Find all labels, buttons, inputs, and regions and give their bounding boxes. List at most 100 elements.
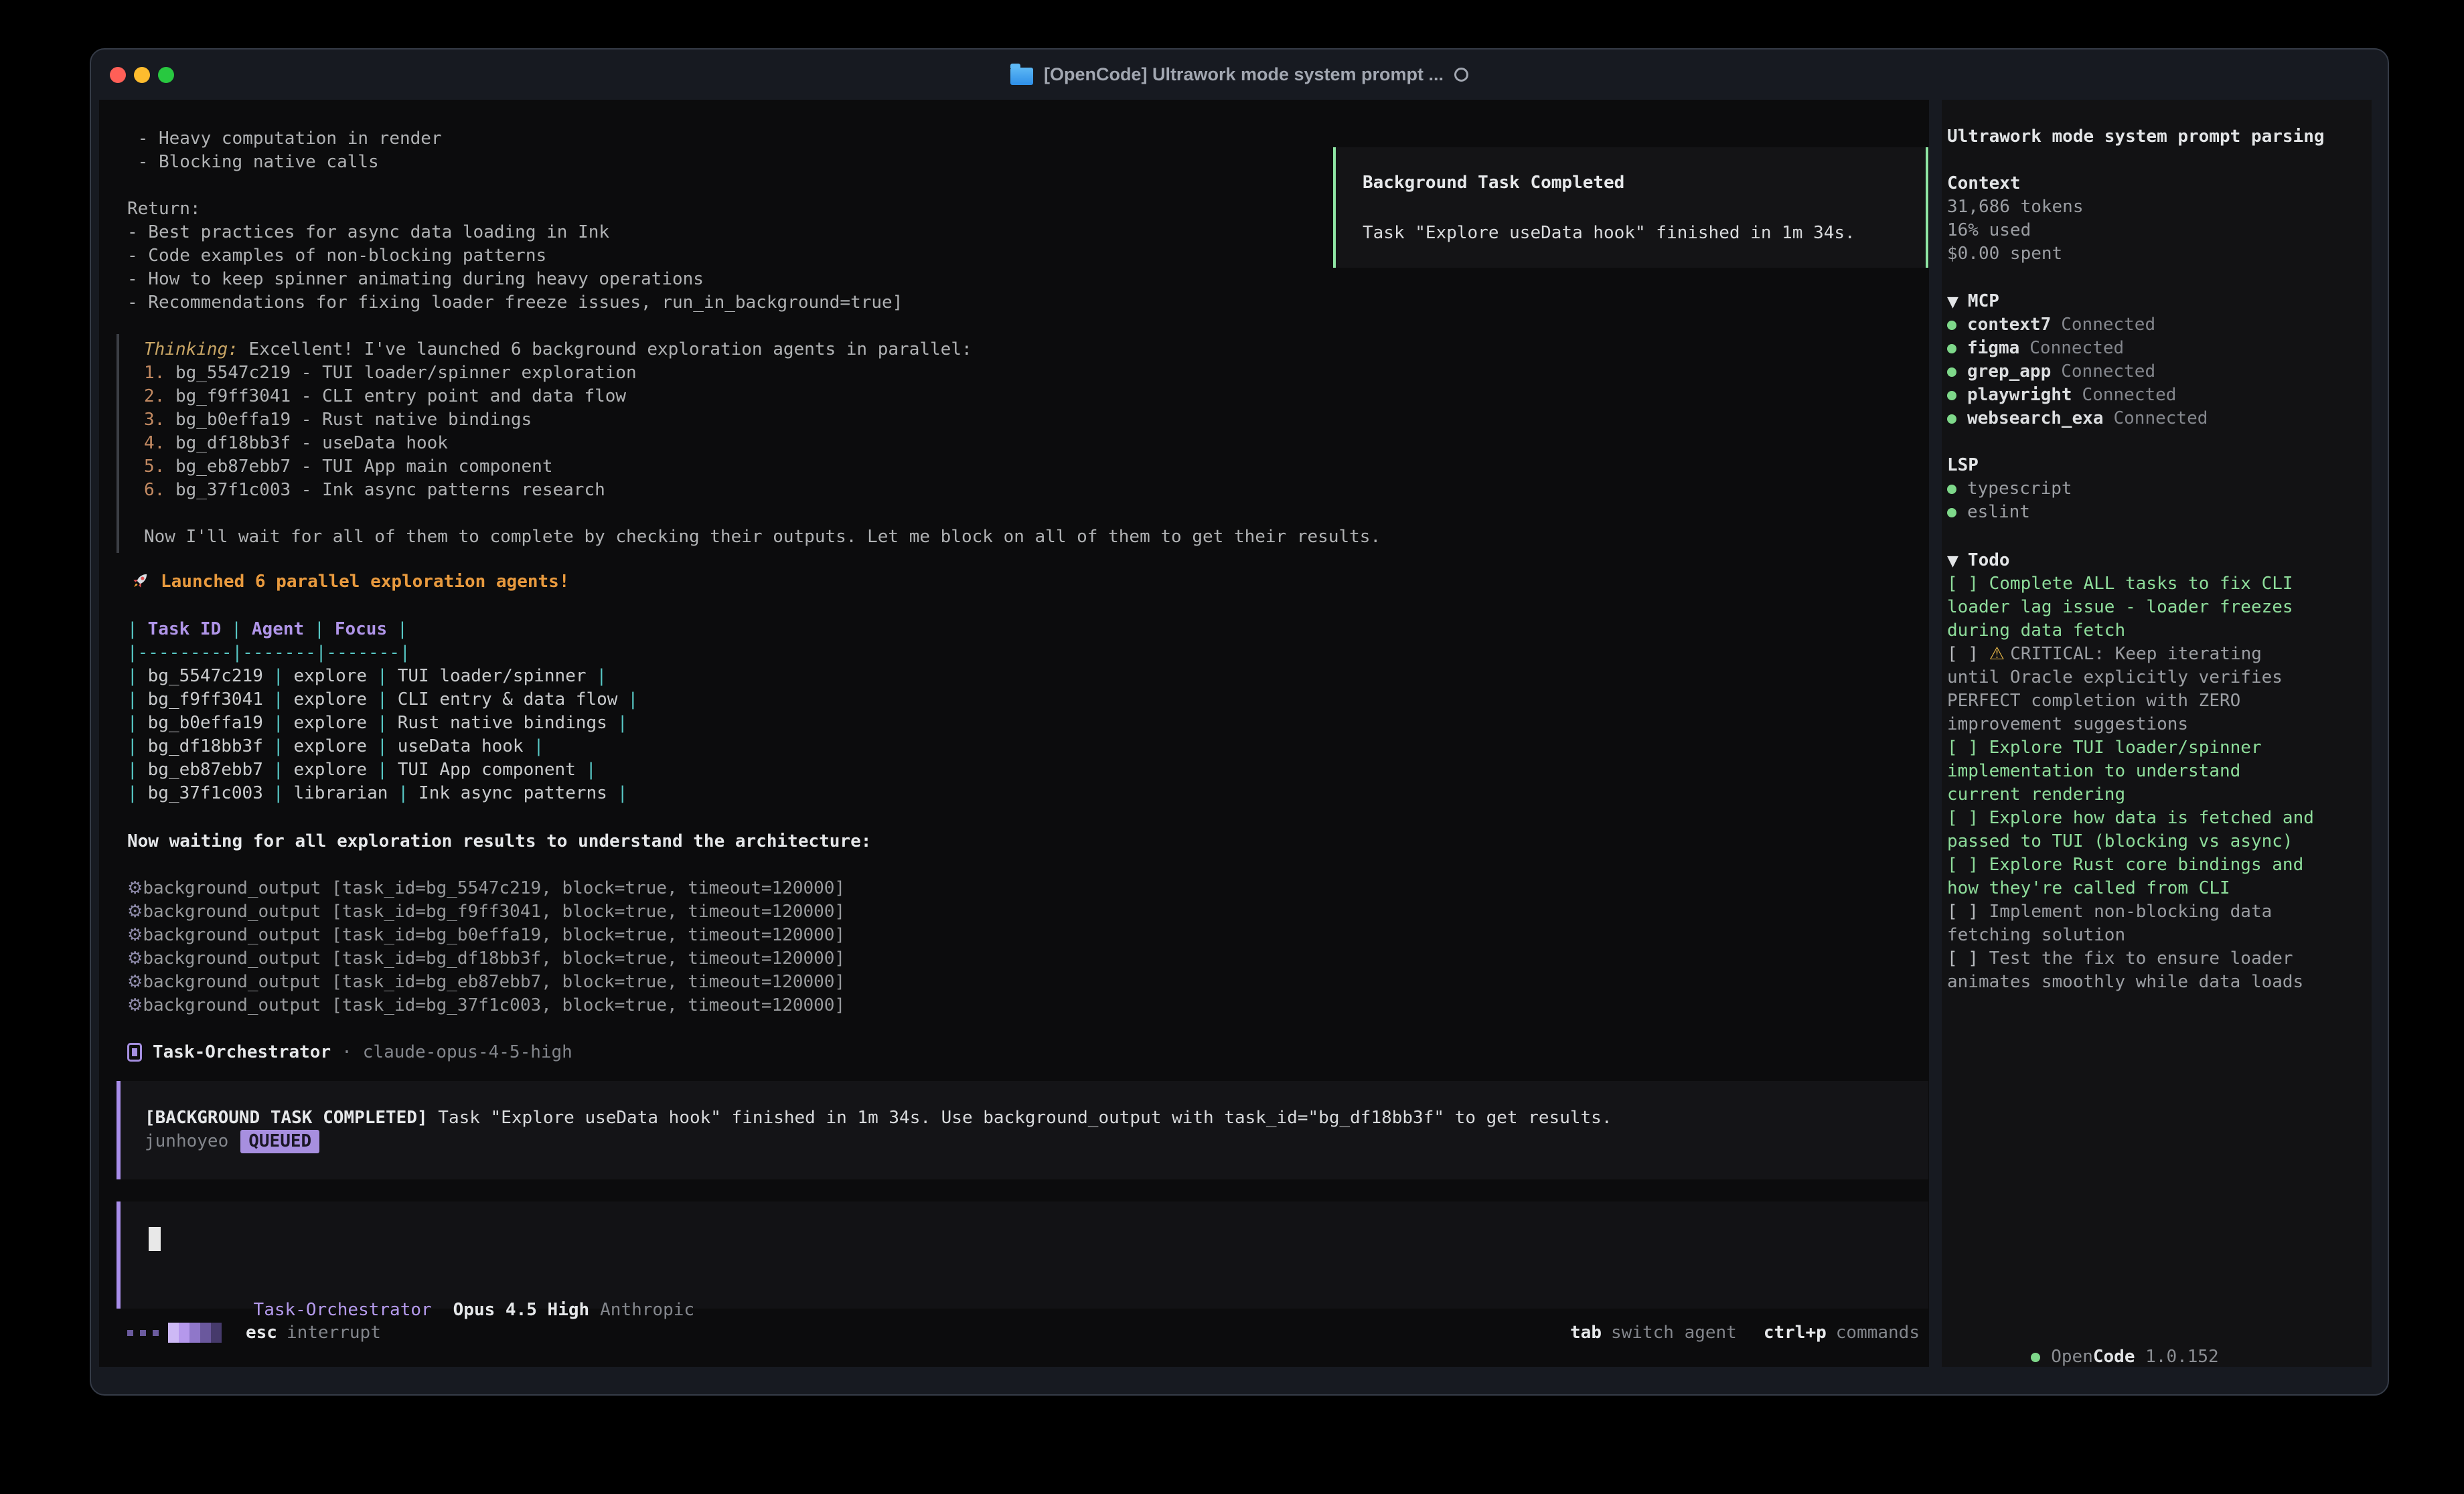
- table-pipe: |: [398, 783, 408, 803]
- cell-focus: Ink async patterns: [408, 783, 617, 803]
- status-dot-icon: [1947, 414, 1956, 424]
- tool-call-text: background_output [task_id=bg_37f1c003, …: [143, 995, 845, 1015]
- input-model-name[interactable]: Opus 4.5 High: [453, 1300, 590, 1320]
- checkbox-icon: [ ]: [1947, 902, 1989, 922]
- mcp-item: figmaConnected: [1947, 337, 2208, 360]
- gear-icon: ⚙: [127, 902, 143, 922]
- table-pipe: |: [273, 713, 284, 733]
- status-dot-icon: [1947, 344, 1956, 353]
- transcript-line: - How to keep spinner animating during h…: [127, 268, 903, 291]
- table-pipe: |: [127, 666, 138, 686]
- esc-key-hint[interactable]: esc: [246, 1321, 277, 1345]
- table-row: |bg_5547c219|explore|TUI loader/spinner|: [127, 665, 638, 688]
- input-provider-name: Anthropic: [600, 1300, 694, 1320]
- checkbox-icon: [ ]: [1947, 855, 1989, 875]
- thinking-label: Thinking:: [144, 339, 238, 359]
- agent-list-item: 4. bg_df18bb3f - useData hook: [144, 432, 1916, 455]
- table-pipe: |: [627, 689, 638, 710]
- transcript-line: [127, 174, 903, 197]
- agent-description: bg_37f1c003 - Ink async patterns researc…: [175, 480, 605, 500]
- agent-description: bg_5547c219 - TUI loader/spinner explora…: [175, 363, 637, 383]
- mcp-item: playwright Connected: [1947, 384, 2208, 407]
- tool-call-text: background_output [task_id=bg_b0effa19, …: [143, 925, 845, 945]
- app-version: OpenCode 1.0.152: [1947, 1322, 2219, 1392]
- cell-task-id: bg_b0effa19: [138, 713, 273, 733]
- notification-body: Task "Explore useData hook" finished in …: [1363, 222, 1926, 245]
- tool-call-line: ⚙background_output [task_id=bg_b0effa19,…: [127, 924, 845, 947]
- context-stat: 31,686 tokens: [1947, 195, 2084, 219]
- launch-banner: Launched 6 parallel exploration agents!: [127, 570, 569, 594]
- context-stats: 31,686 tokens16% used$0.00 spent: [1947, 195, 2084, 266]
- table-pipe: |: [127, 689, 138, 710]
- chevron-down-icon[interactable]: ▼: [1947, 553, 1958, 570]
- status-dot-icon: [1947, 485, 1956, 494]
- cell-focus: TUI loader/spinner: [388, 666, 597, 686]
- context-section: Context 31,686 tokens16% used$0.00 spent: [1942, 172, 2084, 266]
- event-meta: junhoyeoQUEUED: [145, 1130, 1928, 1153]
- input-agent-name[interactable]: Task-Orchestrator: [254, 1300, 432, 1320]
- agent-description: bg_f9ff3041 - CLI entry point and data f…: [175, 386, 626, 406]
- mcp-heading-row[interactable]: ▼MCP: [1947, 290, 2208, 313]
- screen: [OpenCode] Ultrawork mode system prompt …: [0, 0, 2464, 1494]
- lsp-server-name: typescript: [1967, 479, 2072, 499]
- sidebar: Ultrawork mode system prompt parsing Con…: [1942, 100, 2372, 1367]
- gear-icon: ⚙: [127, 995, 143, 1015]
- table-pipe: |: [377, 666, 388, 686]
- mcp-server-status: Connected: [2082, 385, 2177, 405]
- agent-number: 1.: [144, 363, 175, 383]
- window-title: [OpenCode] Ultrawork mode system prompt …: [1044, 64, 1444, 85]
- table-pipe: |: [377, 736, 388, 756]
- queued-badge: QUEUED: [240, 1130, 319, 1153]
- tool-call-line: ⚙background_output [task_id=bg_37f1c003,…: [127, 994, 845, 1017]
- table-pipe: |: [273, 666, 284, 686]
- checkbox-icon: [ ]: [1947, 738, 1989, 758]
- lsp-list: typescripteslint: [1947, 477, 2072, 524]
- mcp-item: websearch_exaConnected: [1947, 407, 2208, 430]
- wait-text: Now I'll wait for all of them to complet…: [144, 525, 1916, 549]
- col-task-id: Task ID: [138, 619, 232, 639]
- cell-agent: explore: [284, 760, 378, 780]
- todo-heading-row[interactable]: ▼ Todo: [1947, 549, 2322, 572]
- agent-list-item: 2. bg_f9ff3041 - CLI entry point and dat…: [144, 385, 1916, 408]
- table-pipe: |: [273, 736, 284, 756]
- cell-focus: TUI App component: [388, 760, 586, 780]
- status-bar-right: tab switch agent ctrl+p commands: [1570, 1321, 1920, 1345]
- event-text: Task "Explore useData hook" finished in …: [428, 1108, 1612, 1128]
- context-stat: 16% used: [1947, 219, 2084, 242]
- tool-call-text: background_output [task_id=bg_5547c219, …: [143, 878, 845, 898]
- gear-icon: ⚙: [127, 948, 143, 969]
- mcp-server-name: grep_app: [1967, 361, 2051, 382]
- table-pipe: |: [127, 760, 138, 780]
- notification-toast[interactable]: Background Task Completed Task "Explore …: [1333, 147, 1928, 268]
- checkbox-icon: [ ]: [1947, 948, 1989, 969]
- mcp-item: grep_appConnected: [1947, 360, 2208, 384]
- lsp-section: LSP typescripteslint: [1942, 454, 2072, 524]
- todo-item: [ ] Implement non-blocking data fetching…: [1947, 900, 2322, 947]
- tab-key-hint[interactable]: tab: [1570, 1321, 1602, 1345]
- mcp-server-name: playwright: [1967, 385, 2072, 405]
- todo-heading: Todo: [1968, 550, 2010, 570]
- prompt-input[interactable]: Task-OrchestratorOpus 4.5 HighAnthropic: [117, 1201, 1928, 1309]
- cell-agent: explore: [284, 736, 378, 756]
- cell-focus: CLI entry & data flow: [388, 689, 628, 710]
- todo-text: Complete ALL tasks to fix CLI loader lag…: [1947, 574, 2303, 641]
- chevron-down-icon[interactable]: ▼: [1947, 294, 1958, 311]
- ctrlp-key-hint[interactable]: ctrl+p: [1764, 1321, 1827, 1345]
- col-focus: Focus: [325, 619, 397, 639]
- gear-icon: ⚙: [127, 972, 143, 992]
- table-header-row: |Task ID|Agent|Focus|: [127, 618, 638, 641]
- terminal-panel: - Heavy computation in render - Blocking…: [99, 100, 1929, 1367]
- table-body: |bg_5547c219|explore|TUI loader/spinner|…: [127, 665, 638, 805]
- gear-icon: ⚙: [127, 878, 143, 898]
- spinner-trail-dots: [127, 1330, 159, 1336]
- app-name-bold: Code: [2093, 1347, 2135, 1367]
- cell-agent: librarian: [284, 783, 398, 803]
- agent-badge-icon: [127, 1043, 142, 1062]
- todo-section: ▼ Todo [ ] Complete ALL tasks to fix CLI …: [1947, 549, 2322, 994]
- mcp-section: ▼MCP context7ConnectedfigmaConnectedgrep…: [1942, 290, 2208, 430]
- mcp-list: context7ConnectedfigmaConnectedgrep_appC…: [1947, 313, 2208, 430]
- table-pipe: |: [534, 736, 544, 756]
- todo-item: [ ] Explore how data is fetched and pass…: [1947, 807, 2322, 853]
- background-task-event: [BACKGROUND TASK COMPLETED] Task "Explor…: [117, 1081, 1928, 1179]
- table-row: |bg_eb87ebb7|explore|TUI App component|: [127, 758, 638, 782]
